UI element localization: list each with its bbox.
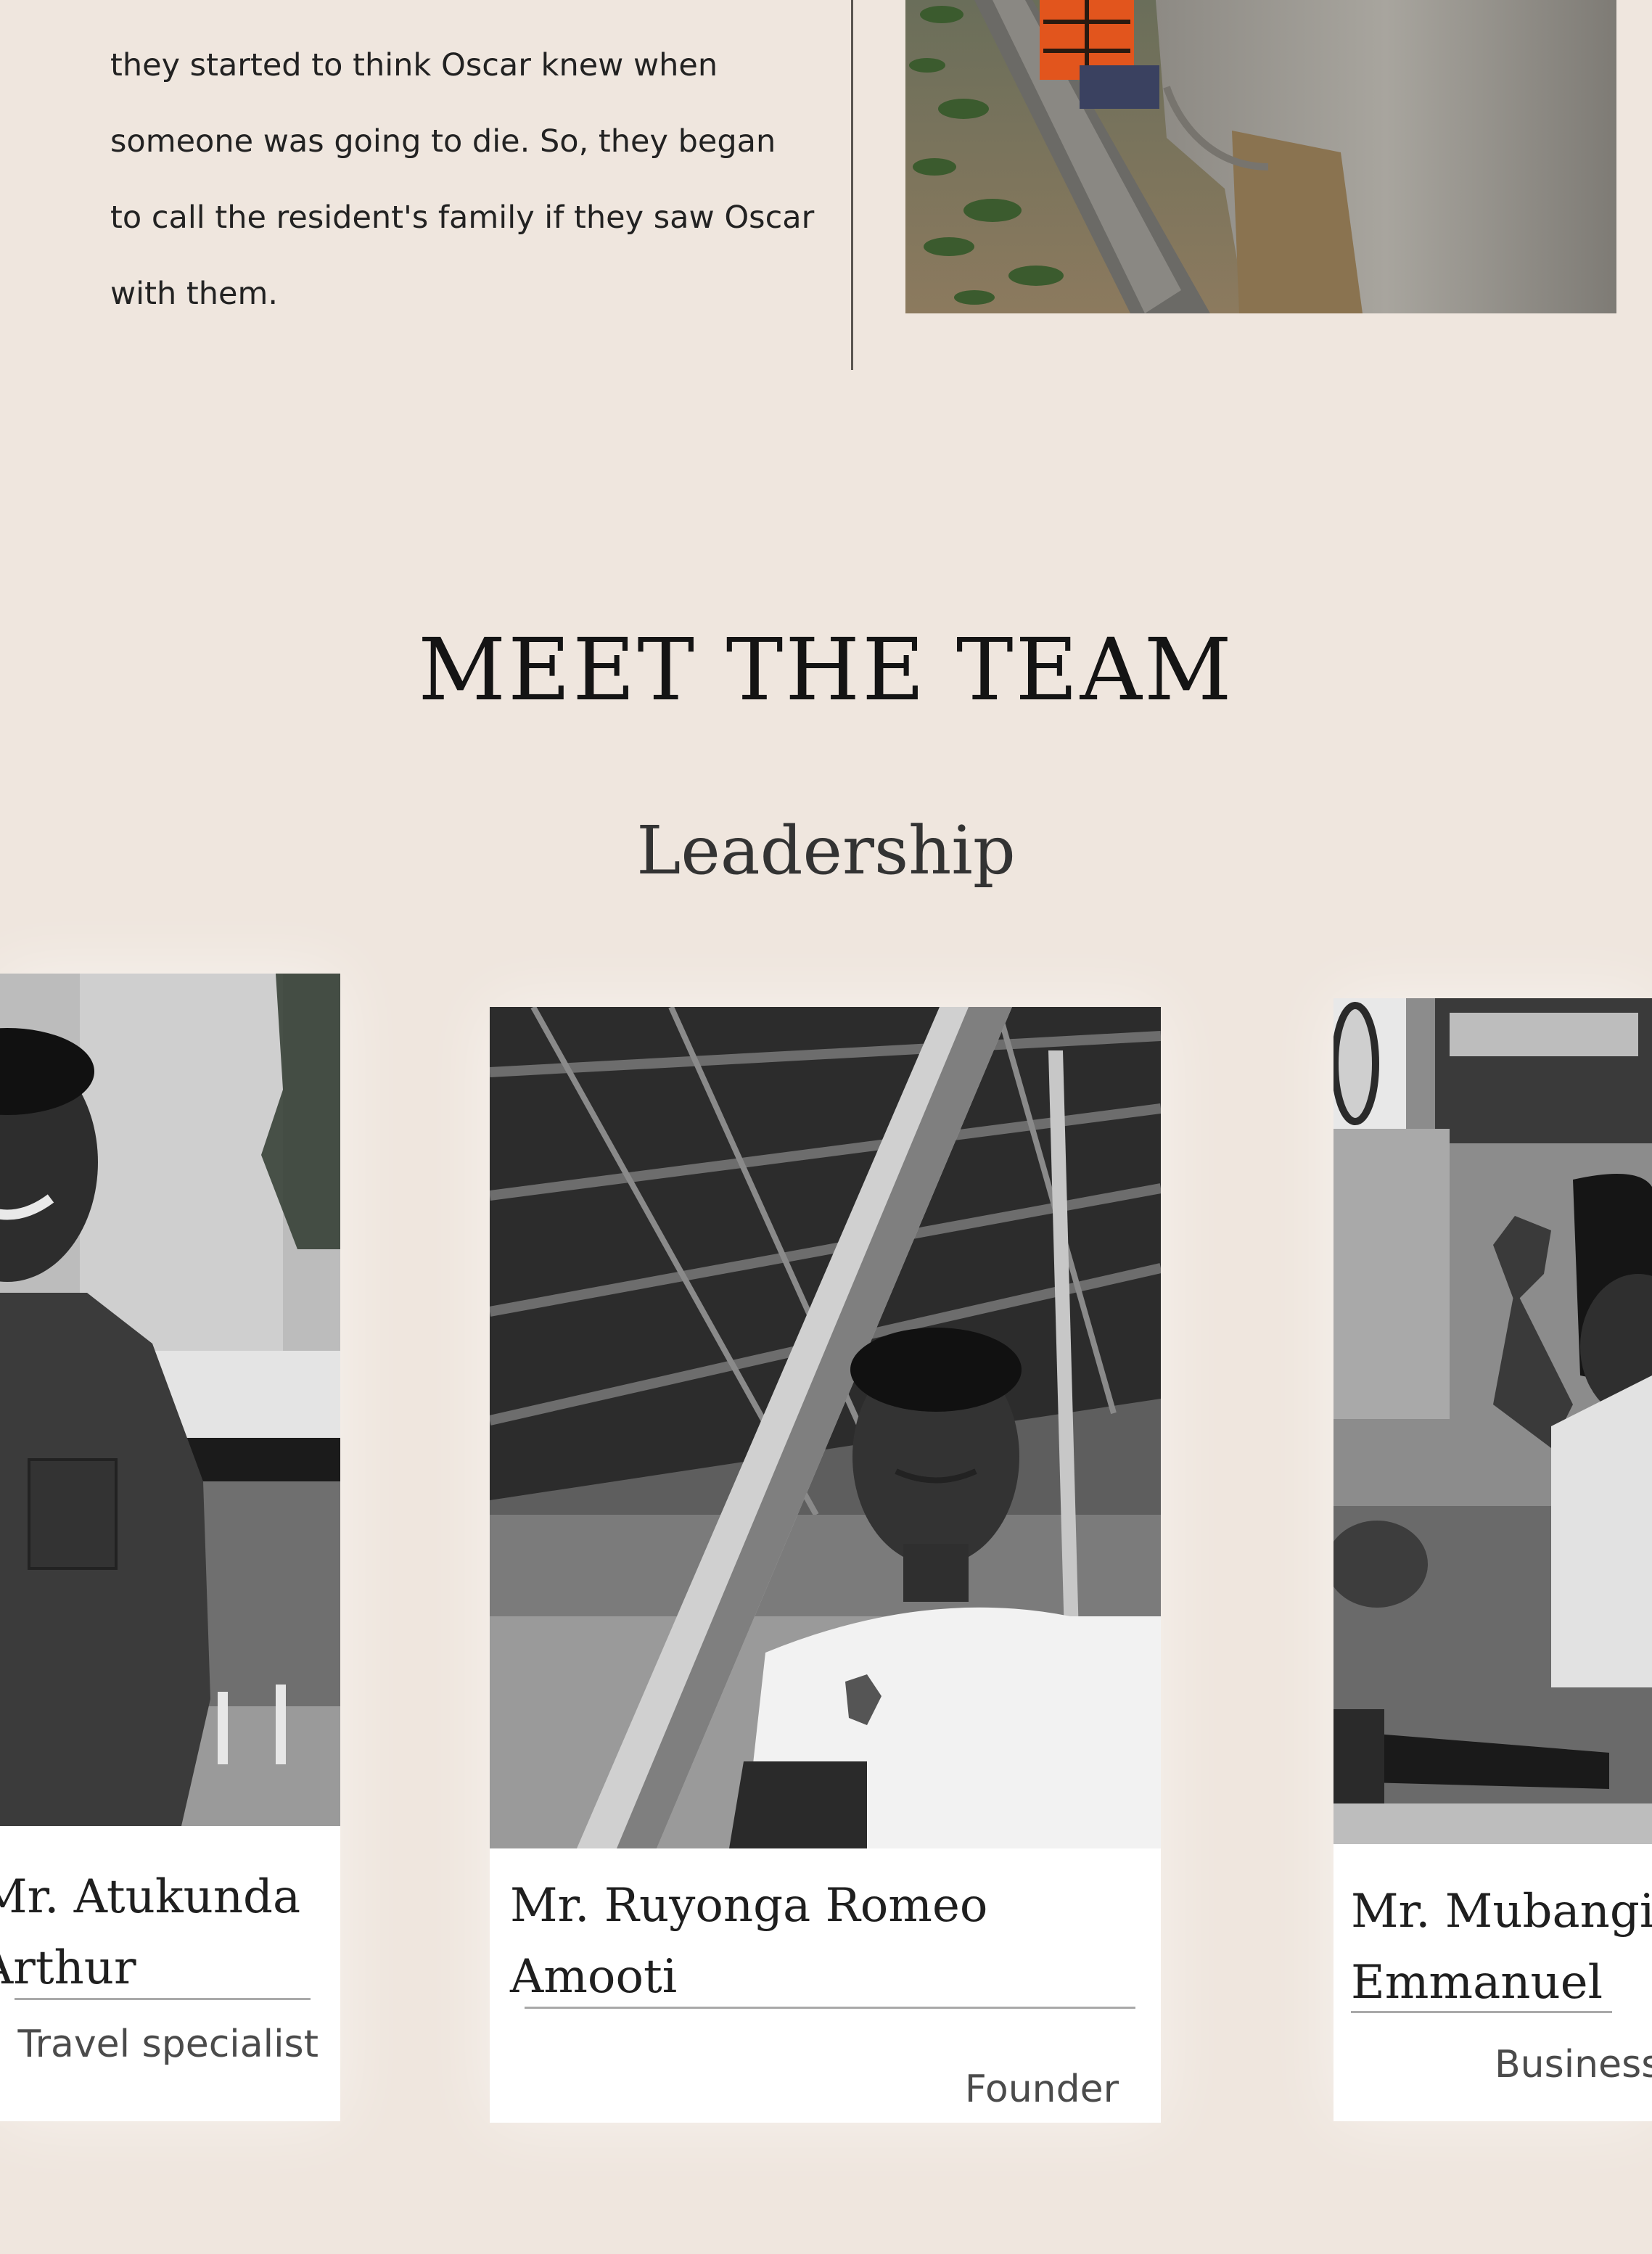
- story-line: with them.: [110, 276, 279, 312]
- team-card-atukunda[interactable]: Mr. Atukunda Arthur Travel specialist: [0, 974, 340, 2121]
- team-member-photo: [490, 1007, 1161, 1848]
- section-subtitle: Leadership: [636, 812, 1016, 889]
- name-underline: [15, 1998, 311, 2000]
- team-member-name: Mr. Ruyonga Romeo Amooti: [510, 1879, 988, 2004]
- team-card-ruyonga[interactable]: Mr. Ruyonga Romeo Amooti Founder: [490, 1007, 1161, 2123]
- team-member-photo: [1333, 998, 1652, 1844]
- story-photo-canoe: [905, 0, 1616, 313]
- vertical-divider: [851, 0, 853, 370]
- section-title: MEET THE TEAM: [418, 620, 1234, 720]
- team-card-mubangizi[interactable]: Mr. Mubangizi Emmanuel Business: [1333, 998, 1652, 2121]
- name-underline: [1351, 2011, 1612, 2013]
- team-member-photo: [0, 974, 340, 1826]
- name-underline: [525, 2007, 1135, 2009]
- team-member-role: Founder: [964, 2068, 1119, 2111]
- story-line: someone was going to die. So, they began: [110, 123, 776, 160]
- team-member-name: Mr. Mubangizi Emmanuel: [1351, 1885, 1652, 2010]
- story-text: they started to think Oscar knew when so…: [110, 28, 836, 332]
- team-member-name: Mr. Atukunda Arthur: [0, 1870, 301, 1995]
- story-line: to call the resident's family if they sa…: [110, 200, 815, 236]
- team-member-role: Business: [1495, 2043, 1652, 2086]
- story-line: they started to think Oscar knew when: [110, 47, 718, 83]
- team-member-role: Travel specialist: [17, 2023, 319, 2066]
